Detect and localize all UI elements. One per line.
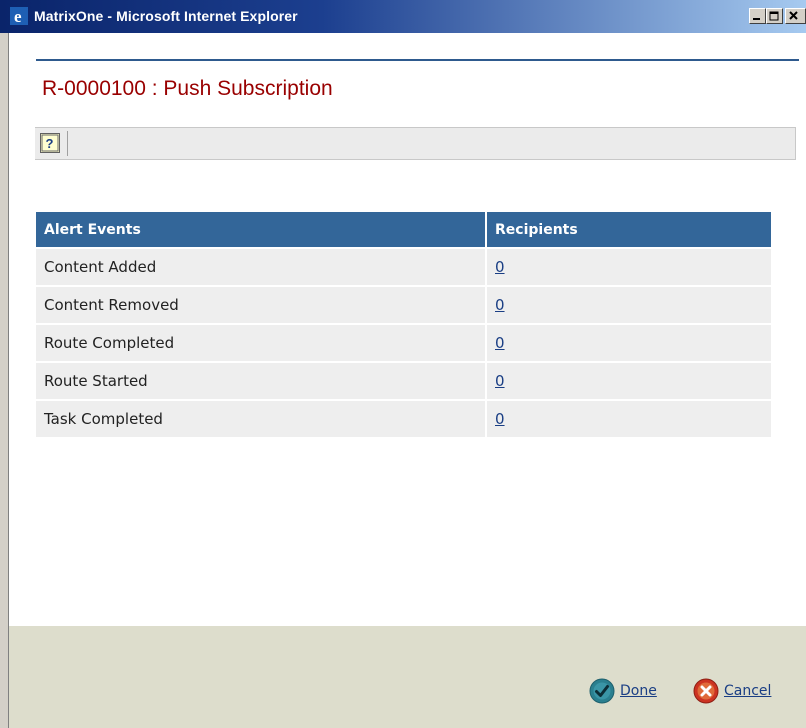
cancel-x-icon — [693, 678, 719, 704]
checkmark-icon — [589, 678, 615, 704]
minimize-icon — [753, 18, 760, 20]
table-row: Content Added 0 — [36, 249, 771, 285]
toolbar-separator — [67, 131, 68, 156]
header-divider — [36, 59, 799, 61]
alert-events-table: Alert Events Recipients Content Added 0 … — [36, 210, 771, 439]
cancel-button[interactable]: Cancel — [693, 678, 771, 704]
minimize-button[interactable] — [749, 8, 766, 24]
page-content: R-0000100 : Push Subscription ? Alert Ev… — [8, 33, 806, 728]
recipients-count-link[interactable]: 0 — [495, 296, 505, 314]
recipients-count-link[interactable]: 0 — [495, 258, 505, 276]
maximize-icon — [769, 11, 779, 21]
recipients-count-link[interactable]: 0 — [495, 410, 505, 428]
help-icon: ? — [41, 134, 59, 152]
recipients-cell: 0 — [487, 363, 771, 399]
close-icon — [789, 11, 798, 20]
event-name: Content Removed — [36, 287, 487, 323]
done-label[interactable]: Done — [620, 683, 657, 699]
internet-explorer-icon: e — [10, 7, 28, 25]
event-name: Content Added — [36, 249, 487, 285]
table-row: Route Started 0 — [36, 363, 771, 399]
recipients-cell: 0 — [487, 249, 771, 285]
recipients-count-link[interactable]: 0 — [495, 334, 505, 352]
page-title: R-0000100 : Push Subscription — [42, 77, 333, 100]
event-name: Task Completed — [36, 401, 487, 437]
help-button[interactable]: ? — [40, 133, 60, 153]
table-row: Content Removed 0 — [36, 287, 771, 323]
title-bar[interactable]: e MatrixOne - Microsoft Internet Explore… — [0, 0, 806, 33]
column-header-recipients[interactable]: Recipients — [487, 212, 771, 247]
table-header-row: Alert Events Recipients — [36, 212, 771, 247]
column-header-alert-events[interactable]: Alert Events — [36, 212, 487, 247]
recipients-cell: 0 — [487, 287, 771, 323]
browser-window: e MatrixOne - Microsoft Internet Explore… — [0, 0, 806, 728]
svg-text:e: e — [14, 7, 22, 25]
recipients-cell: 0 — [487, 401, 771, 437]
window-title: MatrixOne - Microsoft Internet Explorer — [34, 8, 298, 24]
event-name: Route Completed — [36, 325, 487, 361]
recipients-count-link[interactable]: 0 — [495, 372, 505, 390]
cancel-label[interactable]: Cancel — [724, 683, 771, 699]
done-button[interactable]: Done — [589, 678, 657, 704]
recipients-cell: 0 — [487, 325, 771, 361]
table-row: Task Completed 0 — [36, 401, 771, 437]
toolbar: ? — [35, 127, 796, 160]
dialog-footer: Done Cancel — [9, 626, 806, 728]
maximize-button[interactable] — [766, 8, 783, 24]
close-button[interactable] — [785, 8, 806, 24]
svg-text:?: ? — [46, 136, 54, 151]
table-row: Route Completed 0 — [36, 325, 771, 361]
event-name: Route Started — [36, 363, 487, 399]
